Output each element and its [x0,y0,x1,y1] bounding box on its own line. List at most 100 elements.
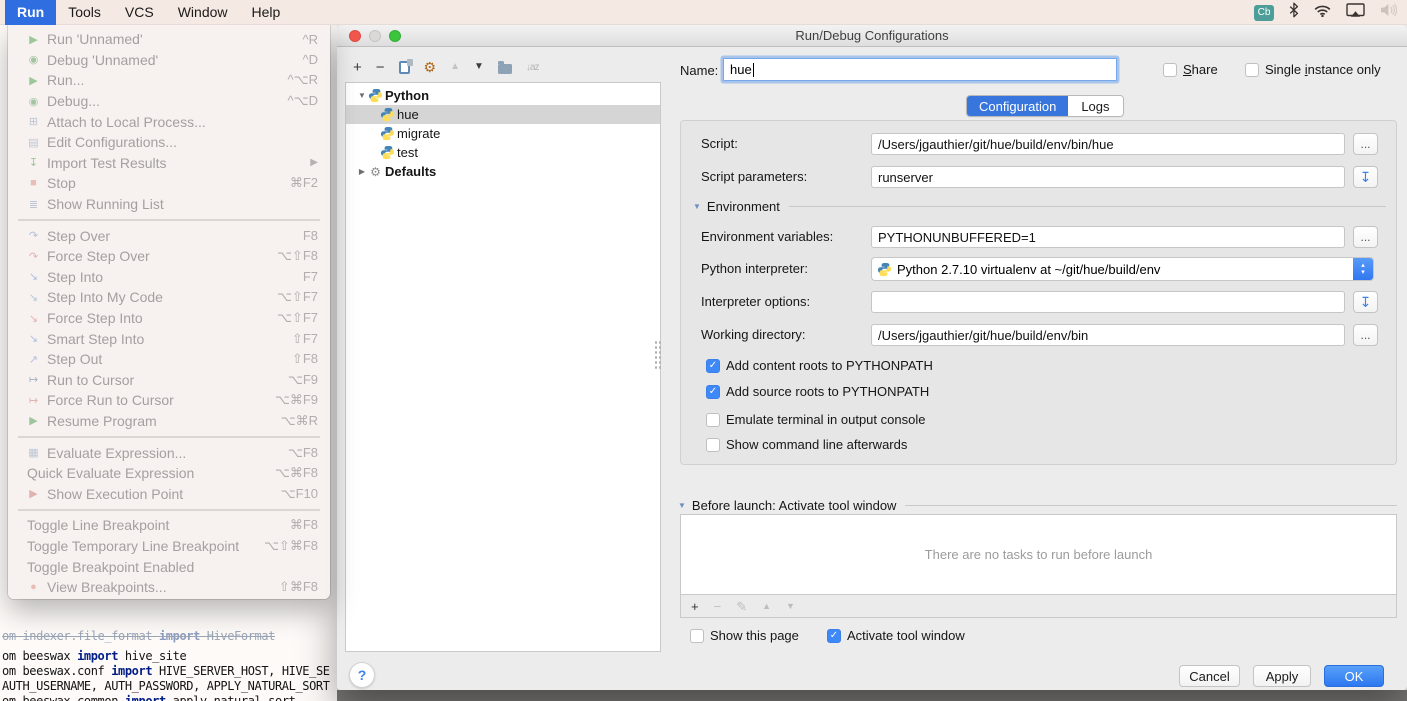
browse-environment-variables-button[interactable]: ... [1353,226,1378,248]
tree-group-python[interactable]: ▼ Python [346,86,660,105]
menu-item-smart-step-into[interactable]: ↘Smart Step Into⇧F7 [8,328,330,349]
select-stepper-icon[interactable]: ▴▾ [1353,257,1373,281]
ok-button[interactable]: OK [1324,665,1384,687]
remove-task-button[interactable]: − [714,600,722,613]
remove-configuration-button[interactable]: − [376,60,385,75]
activate-tool-window-checkbox[interactable]: Activate tool window [827,628,965,643]
menu-item-show-running-list[interactable]: ≣Show Running List [8,194,330,215]
tree-item-test[interactable]: test [346,143,660,162]
volume-icon[interactable] [1380,3,1397,22]
expand-script-parameters-button[interactable]: ↧ [1353,166,1378,188]
help-button[interactable]: ? [349,662,375,688]
menu-item-force-step-over[interactable]: ↷Force Step Over⌥⇧F8 [8,246,330,267]
chevron-down-icon[interactable]: ▼ [693,202,701,211]
edit-defaults-button[interactable]: ⚙ [424,60,437,74]
tab-logs[interactable]: Logs [1068,96,1122,116]
menu-item-run-to-cursor[interactable]: ↦Run to Cursor⌥F9 [8,370,330,391]
single-instance-only-checkbox[interactable]: Single instance only [1245,62,1381,77]
environment-variables-input[interactable]: PYTHONUNBUFFERED=1 [871,226,1345,248]
script-input[interactable]: /Users/jgauthier/git/hue/build/env/bin/h… [871,133,1345,155]
menu-item-debug[interactable]: ◉Debug...^⌥D [8,91,330,112]
chevron-down-icon[interactable]: ▼ [356,91,368,100]
menu-item-stop[interactable]: ■Stop⌘F2 [8,173,330,194]
menu-item-step-into-my-code[interactable]: ↘Step Into My Code⌥⇧F7 [8,287,330,308]
before-launch-task-list[interactable]: There are no tasks to run before launch [680,514,1397,595]
checkbox-icon[interactable] [690,629,704,643]
menubar-item-run[interactable]: Run [5,0,56,25]
menubar-item-help[interactable]: Help [240,0,293,25]
move-task-down-button[interactable]: ▼ [786,602,795,611]
create-folder-button[interactable] [498,64,512,74]
menu-item-step-into[interactable]: ↘Step IntoF7 [8,267,330,288]
menu-item-resume-program[interactable]: ▶Resume Program⌥⌘R [8,411,330,432]
script-parameters-input[interactable]: runserver [871,166,1345,188]
before-launch-header[interactable]: ▼ Before launch: Activate tool window [678,498,1397,513]
minimize-window-icon[interactable] [369,30,381,42]
environment-group-header[interactable]: ▼ Environment [693,199,1386,214]
menu-item-import-test-results[interactable]: ↧Import Test Results▶ [8,153,330,174]
menu-item-debug-unnamed[interactable]: ◉Debug 'Unnamed'^D [8,50,330,71]
menubar-item-window[interactable]: Window [166,0,240,25]
tree-item-hue[interactable]: hue [346,105,660,124]
emulate-terminal-checkbox[interactable]: Emulate terminal in output console [706,412,925,427]
add-content-roots-checkbox[interactable]: Add content roots to PYTHONPATH [706,358,933,373]
browse-working-directory-button[interactable]: ... [1353,324,1378,346]
move-up-button[interactable]: ▲ [450,62,460,72]
share-checkbox[interactable]: Share [1163,62,1218,77]
chevron-right-icon[interactable]: ▶ [356,167,368,176]
checkbox-icon[interactable] [1245,63,1259,77]
tab-configuration[interactable]: Configuration [967,96,1068,116]
menubar-item-vcs[interactable]: VCS [113,0,166,25]
checkbox-icon[interactable] [706,413,720,427]
checkbox-icon[interactable] [706,438,720,452]
close-window-icon[interactable] [349,30,361,42]
menu-item-view-breakpoints[interactable]: ●View Breakpoints...⇧⌘F8 [8,577,330,598]
menu-item-show-execution-point[interactable]: ▶Show Execution Point⌥F10 [8,483,330,504]
bluetooth-icon[interactable] [1289,2,1299,23]
menu-item-toggle-breakpoint-enabled[interactable]: Toggle Breakpoint Enabled [8,556,330,577]
add-configuration-button[interactable]: + [353,60,362,75]
move-down-button[interactable]: ▼ [474,62,484,72]
sort-configurations-button[interactable]: ↓az [526,62,539,73]
dialog-titlebar[interactable]: Run/Debug Configurations [337,25,1407,47]
edit-task-button[interactable]: ✎ [736,600,747,613]
tree-group-defaults[interactable]: ▶ ⚙ Defaults [346,162,660,181]
menu-item-quick-evaluate-expression[interactable]: Quick Evaluate Expression⌥⌘F8 [8,463,330,484]
menubar-item-tools[interactable]: Tools [56,0,113,25]
show-this-page-checkbox[interactable]: Show this page [690,628,799,643]
add-source-roots-checkbox[interactable]: Add source roots to PYTHONPATH [706,384,929,399]
python-interpreter-select[interactable]: Python 2.7.10 virtualenv at ~/git/hue/bu… [871,257,1374,281]
chevron-down-icon[interactable]: ▼ [678,501,686,510]
menu-item-step-over[interactable]: ↷Step OverF8 [8,225,330,246]
menu-item-evaluate-expression[interactable]: ▦Evaluate Expression...⌥F8 [8,442,330,463]
menu-item-toggle-line-breakpoint[interactable]: Toggle Line Breakpoint⌘F8 [8,515,330,536]
expand-interpreter-options-button[interactable]: ↧ [1353,291,1378,313]
menu-item-run[interactable]: ▶Run...^⌥R [8,70,330,91]
working-directory-input[interactable]: /Users/jgauthier/git/hue/build/env/bin [871,324,1345,346]
menu-item-force-run-to-cursor[interactable]: ↦Force Run to Cursor⌥⌘F9 [8,390,330,411]
show-command-line-checkbox[interactable]: Show command line afterwards [706,437,907,452]
checkbox-icon[interactable] [1163,63,1177,77]
airplay-display-icon[interactable] [1346,3,1365,23]
checkbox-icon[interactable] [706,359,720,373]
menu-item-step-out[interactable]: ↗Step Out⇧F8 [8,349,330,370]
checkbox-icon[interactable] [706,385,720,399]
add-task-button[interactable]: + [691,600,699,613]
menu-item-toggle-temporary-line-breakpoint[interactable]: Toggle Temporary Line Breakpoint⌥⇧⌘F8 [8,536,330,557]
interpreter-options-input[interactable] [871,291,1345,313]
move-task-up-button[interactable]: ▲ [762,602,771,611]
menu-item-run-unnamed[interactable]: ▶Run 'Unnamed'^R [8,29,330,50]
copy-configuration-button[interactable] [399,61,410,74]
wifi-icon[interactable] [1314,4,1331,22]
tree-item-migrate[interactable]: migrate [346,124,660,143]
apply-button[interactable]: Apply [1253,665,1311,687]
name-input[interactable]: hue [723,58,1117,81]
app-badge-icon[interactable]: Cb [1254,5,1274,21]
panel-splitter-handle[interactable] [654,340,662,370]
menu-item-attach-to-local-process[interactable]: ⊞Attach to Local Process... [8,111,330,132]
checkbox-icon[interactable] [827,629,841,643]
browse-script-button[interactable]: ... [1353,133,1378,155]
cancel-button[interactable]: Cancel [1179,665,1240,687]
zoom-window-icon[interactable] [389,30,401,42]
menu-item-edit-configurations[interactable]: ▤Edit Configurations... [8,132,330,153]
